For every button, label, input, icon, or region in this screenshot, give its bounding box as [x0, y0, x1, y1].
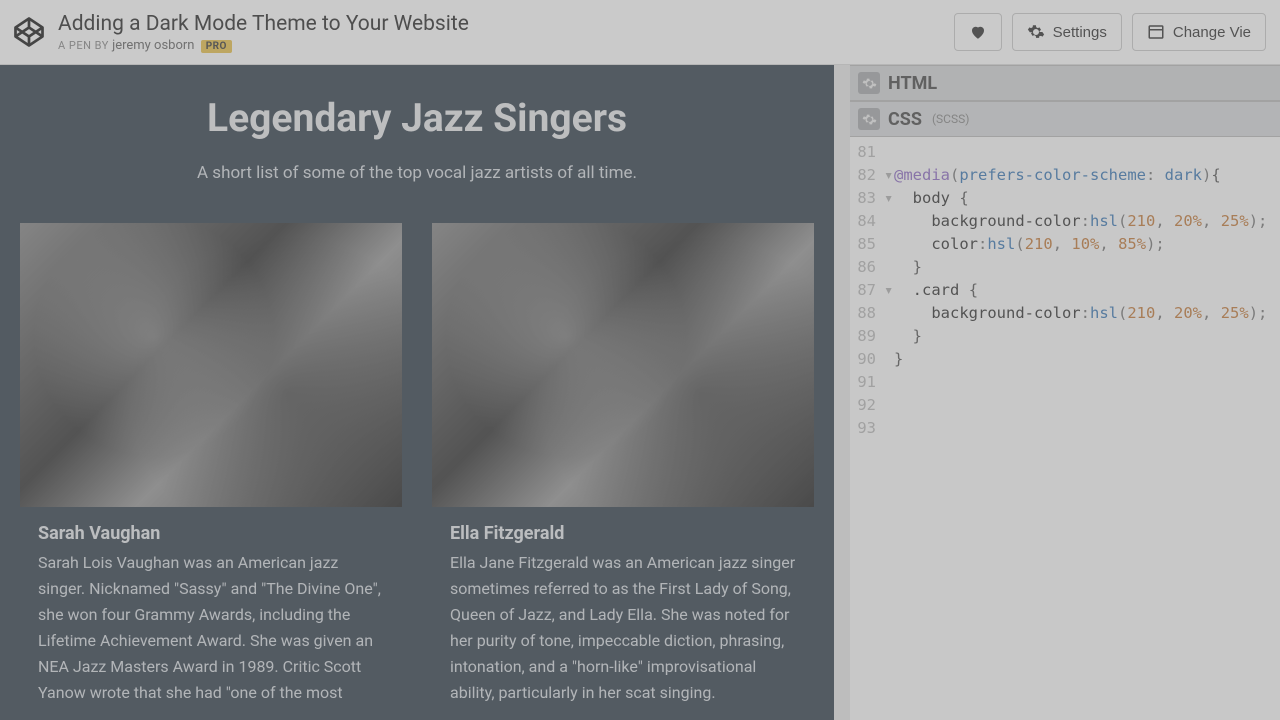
gear-icon	[862, 112, 877, 127]
codepen-logo-icon[interactable]	[14, 17, 44, 47]
line-number: 89	[850, 325, 884, 348]
gear-icon	[862, 76, 877, 91]
fold-toggle[interactable]: ▾	[884, 279, 894, 302]
code-text: body {	[894, 187, 969, 210]
line-number: 93	[850, 417, 884, 440]
card-name: Sarah Vaughan	[38, 523, 384, 544]
pen-meta: Adding a Dark Mode Theme to Your Website…	[58, 12, 940, 53]
css-panel-sublabel: (SCSS)	[932, 112, 969, 126]
cards-row: Sarah Vaughan Sarah Lois Vaughan was an …	[20, 223, 814, 720]
fold-toggle[interactable]	[884, 417, 894, 440]
fold-toggle[interactable]	[884, 256, 894, 279]
page-subtitle: A short list of some of the top vocal ja…	[20, 163, 814, 183]
css-panel-gear-button[interactable]	[858, 108, 880, 130]
change-view-button[interactable]: Change Vie	[1132, 13, 1266, 51]
pro-badge: PRO	[201, 40, 232, 53]
code-line[interactable]: 82▾@media(prefers-color-scheme: dark){	[850, 164, 1280, 187]
code-line[interactable]: 86 }	[850, 256, 1280, 279]
line-number: 88	[850, 302, 884, 325]
code-text: }	[894, 348, 903, 371]
code-line[interactable]: 92	[850, 394, 1280, 417]
html-panel-label: HTML	[888, 73, 937, 94]
top-bar: Adding a Dark Mode Theme to Your Website…	[0, 0, 1280, 65]
line-number: 91	[850, 371, 884, 394]
line-number: 83	[850, 187, 884, 210]
code-line[interactable]: 84 background-color:hsl(210, 20%, 25%);	[850, 210, 1280, 233]
line-number: 82	[850, 164, 884, 187]
fold-toggle[interactable]	[884, 302, 894, 325]
code-text: color:hsl(210, 10%, 85%);	[894, 233, 1165, 256]
code-text: }	[894, 325, 922, 348]
preview-viewport[interactable]: Legendary Jazz Singers A short list of s…	[0, 65, 834, 720]
css-code-editor[interactable]: 81 82▾@media(prefers-color-scheme: dark)…	[850, 137, 1280, 720]
code-line[interactable]: 89 }	[850, 325, 1280, 348]
fold-toggle[interactable]	[884, 371, 894, 394]
line-number: 92	[850, 394, 884, 417]
html-panel-header[interactable]: HTML	[850, 65, 1280, 101]
preview-scrollbar[interactable]	[834, 65, 850, 720]
css-panel-header[interactable]: CSS (SCSS)	[850, 101, 1280, 137]
card-image	[20, 223, 402, 507]
gear-icon	[1027, 23, 1045, 41]
html-panel-gear-button[interactable]	[858, 72, 880, 94]
fold-toggle[interactable]: ▾	[884, 187, 894, 210]
fold-toggle[interactable]	[884, 141, 894, 164]
card-desc: Ella Jane Fitzgerald was an American jaz…	[450, 550, 796, 705]
layout-icon	[1147, 23, 1165, 41]
preview-pane: Legendary Jazz Singers A short list of s…	[0, 65, 850, 720]
line-number: 87	[850, 279, 884, 302]
code-line[interactable]: 88 background-color:hsl(210, 20%, 25%);	[850, 302, 1280, 325]
settings-label: Settings	[1053, 24, 1107, 41]
change-view-label: Change Vie	[1173, 24, 1251, 41]
card: Sarah Vaughan Sarah Lois Vaughan was an …	[20, 223, 402, 720]
code-line[interactable]: 81	[850, 141, 1280, 164]
code-line[interactable]: 91	[850, 371, 1280, 394]
top-actions: Settings Change Vie	[954, 13, 1266, 51]
line-number: 84	[850, 210, 884, 233]
author-link[interactable]: jeremy osborn	[112, 38, 194, 53]
pen-byline: A PEN BY jeremy osborn PRO	[58, 38, 940, 53]
card-name: Ella Fitzgerald	[450, 523, 796, 544]
line-number: 86	[850, 256, 884, 279]
fold-toggle[interactable]	[884, 325, 894, 348]
fold-toggle[interactable]	[884, 233, 894, 256]
code-text: .card {	[894, 279, 978, 302]
page-title: Legendary Jazz Singers	[20, 95, 814, 141]
code-line[interactable]: 87▾ .card {	[850, 279, 1280, 302]
code-line[interactable]: 85 color:hsl(210, 10%, 85%);	[850, 233, 1280, 256]
editor-pane: HTML CSS (SCSS) 81 82▾@media(prefers-col…	[850, 65, 1280, 720]
line-number: 81	[850, 141, 884, 164]
line-number: 85	[850, 233, 884, 256]
css-panel-label: CSS	[888, 109, 922, 130]
code-line[interactable]: 83▾ body {	[850, 187, 1280, 210]
pen-title: Adding a Dark Mode Theme to Your Website	[58, 12, 940, 36]
line-number: 90	[850, 348, 884, 371]
byline-prefix: A PEN BY	[58, 39, 112, 52]
code-text: }	[894, 256, 922, 279]
heart-icon	[969, 23, 987, 41]
code-text: background-color:hsl(210, 20%, 25%);	[894, 302, 1267, 325]
fold-toggle[interactable]	[884, 394, 894, 417]
card-desc: Sarah Lois Vaughan was an American jazz …	[38, 550, 384, 705]
settings-button[interactable]: Settings	[1012, 13, 1122, 51]
fold-toggle[interactable]: ▾	[884, 164, 894, 187]
card-image	[432, 223, 814, 507]
code-line[interactable]: 93	[850, 417, 1280, 440]
fold-toggle[interactable]	[884, 210, 894, 233]
card: Ella Fitzgerald Ella Jane Fitzgerald was…	[432, 223, 814, 720]
code-line[interactable]: 90 }	[850, 348, 1280, 371]
main-area: Legendary Jazz Singers A short list of s…	[0, 65, 1280, 720]
fold-toggle[interactable]	[884, 348, 894, 371]
code-text: @media(prefers-color-scheme: dark){	[894, 164, 1221, 187]
code-text: background-color:hsl(210, 20%, 25%);	[894, 210, 1267, 233]
heart-button[interactable]	[954, 13, 1002, 51]
